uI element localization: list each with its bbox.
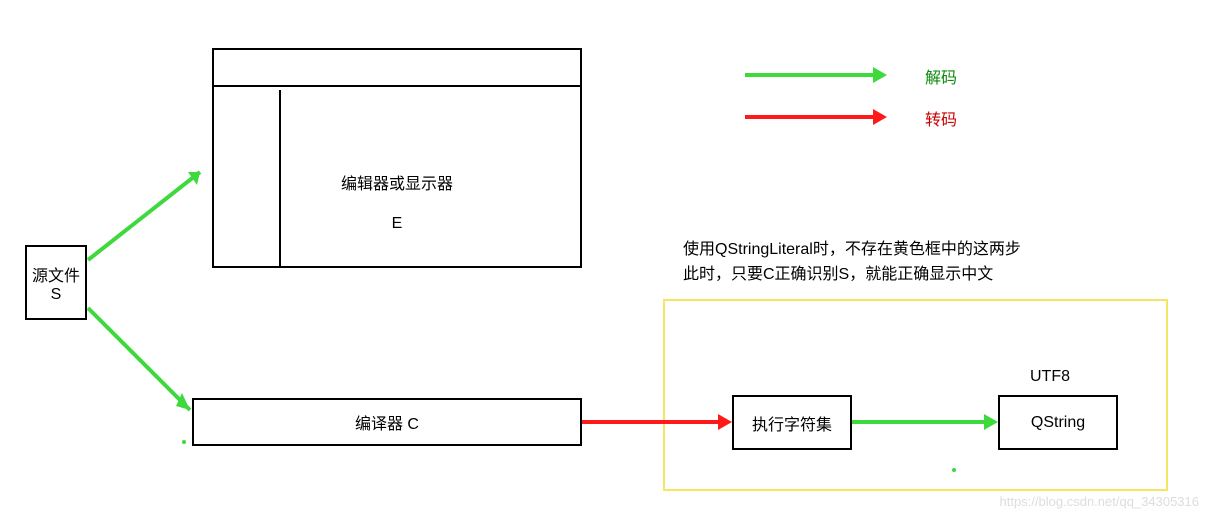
node-editor-label2: E	[214, 215, 580, 233]
arrow-charset-to-qstring-head	[984, 414, 998, 430]
node-charset-label: 执行字符集	[752, 411, 832, 435]
arrow-compiler-to-charset	[582, 420, 720, 424]
dot-1	[182, 440, 186, 444]
editor-titlebar-divider	[212, 85, 582, 87]
legend-decode-line	[745, 73, 875, 77]
node-compiler: 编译器 C	[192, 398, 582, 446]
arrow-charset-to-qstring	[852, 420, 986, 424]
note-line1: 使用QStringLiteral时，不存在黄色框中的这两步	[683, 235, 1021, 259]
legend-decode-label: 解码	[925, 64, 957, 88]
node-source: 源文件 S	[25, 245, 87, 320]
arrow-compiler-to-charset-head	[718, 414, 732, 430]
legend-transcode-line	[745, 115, 875, 119]
legend-transcode-arrowhead	[873, 109, 887, 125]
node-source-label1: 源文件	[32, 262, 80, 286]
node-qstring: QString	[998, 395, 1118, 450]
legend-transcode-label: 转码	[925, 106, 957, 130]
node-qstring-header: UTF8	[1030, 368, 1070, 386]
node-source-label2: S	[51, 286, 62, 304]
watermark: https://blog.csdn.net/qq_34305316	[1000, 494, 1200, 509]
node-editor-label1: 编辑器或显示器	[214, 170, 580, 194]
arrow-source-to-compiler	[0, 0, 220, 440]
node-qstring-label: QString	[1031, 414, 1085, 432]
legend-decode-arrowhead	[873, 67, 887, 83]
dot-2	[952, 468, 956, 472]
node-charset: 执行字符集	[732, 395, 852, 450]
node-compiler-label: 编译器 C	[355, 410, 419, 434]
note-line2: 此时，只要C正确识别S，就能正确显示中文	[683, 260, 993, 284]
node-editor: 编辑器或显示器 E	[212, 48, 582, 268]
